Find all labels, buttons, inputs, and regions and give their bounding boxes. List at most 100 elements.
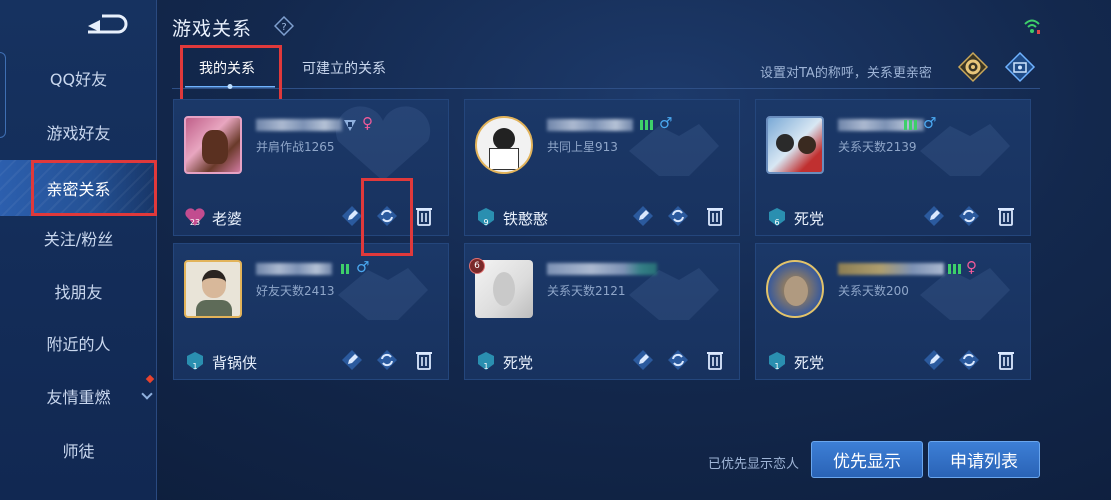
rank-icon xyxy=(640,120,653,130)
sidebar-item-label: 师徒 xyxy=(62,442,95,461)
edit-icon[interactable] xyxy=(922,348,946,372)
relation-label: 死党 xyxy=(503,354,534,372)
name-blurred xyxy=(838,263,944,275)
relation-card[interactable]: ♀ 并肩作战1265 23 老婆 xyxy=(173,99,449,236)
gift-box-icon[interactable] xyxy=(1004,51,1036,83)
badge-level: 1 xyxy=(192,362,198,371)
relation-stat: 关系天数2139 xyxy=(838,140,917,154)
avatar[interactable] xyxy=(766,260,824,318)
rank-icon xyxy=(344,120,356,131)
tab-my-relations[interactable]: 我的关系 xyxy=(199,58,255,78)
swap-icon[interactable] xyxy=(666,204,690,228)
svg-text:?: ? xyxy=(281,22,286,33)
hint-text: 设置对TA的称呼，关系更亲密 xyxy=(760,66,932,81)
relation-label: 死党 xyxy=(794,210,825,228)
relation-card[interactable]: ♂ 共同上星913 9 铁憨憨 xyxy=(464,99,740,236)
sidebar-item-mentor[interactable]: 师徒 xyxy=(0,430,157,470)
sidebar-item-intimate[interactable]: 亲密关系 xyxy=(0,160,157,216)
avatar-level: 6 xyxy=(474,261,480,271)
relation-card[interactable]: ♂ 好友天数2413 1 背锅侠 xyxy=(173,243,449,380)
sidebar: QQ好友 游戏好友 亲密关系 关注/粉丝 找朋友 附近的人 友情重燃 师徒 xyxy=(0,0,157,500)
chevron-down-icon xyxy=(141,388,153,400)
relation-stat: 共同上星913 xyxy=(547,140,618,154)
relation-label: 老婆 xyxy=(212,210,243,228)
name-blurred xyxy=(547,119,633,131)
sidebar-item-label: 友情重燃 xyxy=(46,388,111,407)
settings-icon[interactable] xyxy=(957,51,989,83)
tab-active-indicator xyxy=(185,84,275,89)
avatar[interactable] xyxy=(475,116,533,174)
delete-icon[interactable] xyxy=(994,348,1018,372)
swap-icon[interactable] xyxy=(957,204,981,228)
sidebar-item-label: 关注/粉丝 xyxy=(43,230,114,249)
gender-female-icon: ♀ xyxy=(966,258,977,276)
friend-badge-icon: 6 xyxy=(766,206,788,228)
sidebar-item-rekindle[interactable]: 友情重燃 xyxy=(0,374,157,416)
sidebar-item-nearby[interactable]: 附近的人 xyxy=(0,323,157,363)
sidebar-item-label: 游戏好友 xyxy=(46,124,111,143)
edit-icon[interactable] xyxy=(340,348,364,372)
sidebar-item-label: 亲密关系 xyxy=(46,180,111,199)
delete-icon[interactable] xyxy=(412,348,436,372)
name-blurred xyxy=(256,263,332,275)
swap-icon[interactable] xyxy=(375,204,399,228)
help-icon[interactable]: ? xyxy=(274,16,294,36)
sidebar-item-follow-fans[interactable]: 关注/粉丝 xyxy=(0,218,157,258)
badge-level: 23 xyxy=(189,218,201,227)
swap-icon[interactable] xyxy=(375,348,399,372)
heart-badge-icon: 23 xyxy=(184,206,206,228)
relation-card[interactable]: 6 关系天数2121 1 死党 xyxy=(464,243,740,380)
gender-male-icon: ♂ xyxy=(923,114,937,132)
priority-note: 已优先显示恋人 xyxy=(708,457,800,472)
avatar[interactable] xyxy=(766,116,824,174)
badge-level: 1 xyxy=(774,362,780,371)
edit-icon[interactable] xyxy=(340,204,364,228)
back-arrow-icon[interactable] xyxy=(80,12,130,36)
page-title: 游戏关系 xyxy=(172,18,253,40)
relation-stat: 好友天数2413 xyxy=(256,284,335,298)
avatar-level-badge: 6 xyxy=(469,258,485,274)
swap-icon[interactable] xyxy=(666,348,690,372)
swap-icon[interactable] xyxy=(957,348,981,372)
sidebar-item-label: 找朋友 xyxy=(54,283,103,302)
delete-icon[interactable] xyxy=(703,204,727,228)
friend-badge-icon: 1 xyxy=(475,350,497,372)
tabs-divider xyxy=(172,88,1040,89)
sidebar-item-qq-friends[interactable]: QQ好友 xyxy=(0,58,157,98)
sidebar-item-game-friends[interactable]: 游戏好友 xyxy=(0,112,157,152)
avatar[interactable] xyxy=(184,116,242,174)
name-blurred xyxy=(256,119,342,131)
edit-icon[interactable] xyxy=(631,204,655,228)
rank-icon xyxy=(948,264,961,274)
tab-available-relations[interactable]: 可建立的关系 xyxy=(302,58,386,78)
relation-label: 死党 xyxy=(794,354,825,372)
handshake-watermark-icon xyxy=(920,268,1010,320)
relation-card[interactable]: ♀ 关系天数200 1 死党 xyxy=(755,243,1031,380)
friend-badge-icon: 1 xyxy=(766,350,788,372)
relation-label: 铁憨憨 xyxy=(503,210,549,228)
relation-stat: 关系天数200 xyxy=(838,284,909,298)
edit-icon[interactable] xyxy=(631,348,655,372)
gender-male-icon: ♂ xyxy=(356,258,370,276)
relation-stat: 关系天数2121 xyxy=(547,284,626,298)
avatar[interactable] xyxy=(184,260,242,318)
rank-icon xyxy=(341,264,349,274)
delete-icon[interactable] xyxy=(412,204,436,228)
rank-icon xyxy=(904,120,917,130)
notification-dot xyxy=(145,374,155,384)
priority-display-button[interactable]: 优先显示 xyxy=(811,441,923,478)
friend-badge-icon: 1 xyxy=(184,350,206,372)
handshake-watermark-icon xyxy=(629,124,719,176)
friend-badge-icon: 9 xyxy=(475,206,497,228)
sidebar-item-find-friends[interactable]: 找朋友 xyxy=(0,271,157,311)
edit-icon[interactable] xyxy=(922,204,946,228)
signal-icon xyxy=(1024,19,1040,34)
relation-card[interactable]: ♂ 关系天数2139 6 死党 xyxy=(755,99,1031,236)
sidebar-item-label: 附近的人 xyxy=(46,335,111,354)
apply-list-button[interactable]: 申请列表 xyxy=(928,441,1040,478)
handshake-watermark-icon xyxy=(629,268,719,320)
delete-icon[interactable] xyxy=(703,348,727,372)
delete-icon[interactable] xyxy=(994,204,1018,228)
name-blurred xyxy=(547,263,657,275)
gender-female-icon: ♀ xyxy=(362,114,373,132)
